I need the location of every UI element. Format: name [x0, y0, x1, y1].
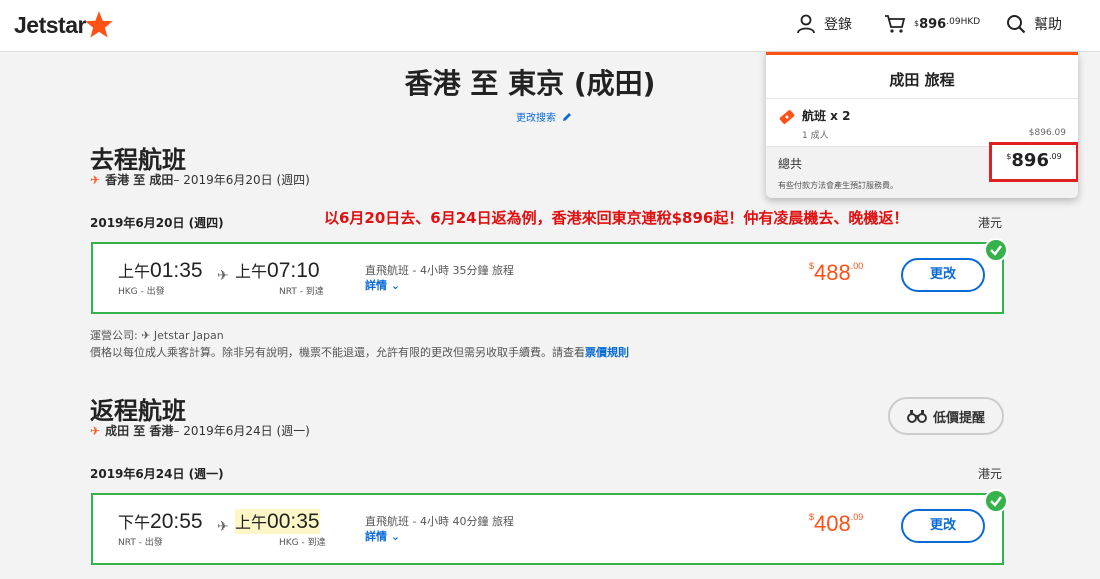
cart-flights-label: 航班 x 2: [802, 109, 851, 123]
search-icon: [1007, 15, 1026, 34]
cart-currency: HKD: [960, 16, 981, 27]
outbound-departure-place: HKG - 出發: [118, 287, 165, 297]
check-icon: [984, 489, 1008, 513]
outbound-currency: 港元: [978, 216, 1003, 230]
cart-title: 成田 旅程: [766, 55, 1078, 99]
outbound-date-row: 2019年6月20日 (週四): [90, 216, 224, 230]
return-flight-description: 直飛航班 - 4小時 40分鐘 旅程: [365, 515, 514, 528]
star-icon: [85, 11, 113, 38]
help-link[interactable]: 幫助: [1006, 14, 1062, 34]
fare-rules-link[interactable]: 票價規則: [585, 346, 629, 359]
outbound-flight-card[interactable]: 上午01:35 HKG - 出發 ✈ 上午07:10 NRT - 到達 直飛航班…: [91, 242, 1004, 314]
outbound-fare-symbol: $: [809, 261, 815, 271]
return-fare-amount: 408: [814, 511, 851, 536]
return-fare-cents: .09: [850, 512, 864, 522]
cart-icon: [885, 15, 906, 33]
cart-flights-row: 航班 x 2 1 成人 $896.09: [766, 99, 1078, 147]
cart-total-symbol: $: [1006, 152, 1012, 161]
outbound-departure-time: 上午01:35: [118, 258, 203, 283]
return-flight-card[interactable]: 下午20:55 NRT - 出發 ✈ 上午00:35 HKG - 到達 直飛航班…: [91, 493, 1004, 565]
outbound-section-title: 去程航班: [90, 146, 186, 174]
outbound-flight-description: 直飛航班 - 4小時 35分鐘 旅程: [365, 264, 514, 277]
outbound-dep-time: 01:35: [150, 259, 203, 282]
change-search-label: 更改搜索: [516, 113, 556, 124]
cart-dropdown: 成田 旅程 航班 x 2 1 成人 $896.09 總共 有些付款方法會產生預訂…: [766, 52, 1078, 198]
operator-info: 運營公司: ✈ Jetstar Japan: [90, 329, 224, 342]
cart-cents: .09: [946, 16, 961, 27]
return-route-date: – 2019年6月24日 (週一): [173, 424, 310, 438]
price-alert-button[interactable]: 低價提醒: [888, 397, 1004, 435]
return-details-link[interactable]: 詳情 ⌄: [365, 528, 400, 544]
outbound-arrival-time: 上午07:10: [235, 258, 320, 283]
return-dep-ampm: 下午: [118, 515, 151, 532]
return-departure-time: 下午20:55: [118, 509, 203, 534]
ticket-icon: [779, 110, 795, 124]
return-dep-time: 20:55: [150, 510, 203, 533]
change-search-link[interactable]: 更改搜索: [516, 109, 572, 124]
cart-total-cents: .09: [1048, 152, 1062, 161]
outbound-change-button[interactable]: 更改: [901, 258, 985, 292]
login-label: 登錄: [824, 17, 852, 33]
pencil-icon: [563, 112, 571, 121]
cart-fee-note: 有些付款方法會產生預訂服務費。: [778, 181, 898, 190]
outbound-route-cities: 香港 至 成田: [105, 173, 174, 187]
promo-annotation: 以6月20日去、6月24日返為例，香港來回東京連稅$896起！仲有凌晨機去、晚機…: [324, 209, 909, 227]
top-navigation-bar: Jetstar 登錄 $896.09HKD 幫助: [0, 0, 1100, 52]
return-arr-ampm: 上午: [235, 515, 268, 532]
return-section-title: 返程航班: [90, 397, 186, 425]
outbound-fare-amount: 488: [814, 260, 851, 285]
outbound-dep-ampm: 上午: [118, 264, 151, 281]
outbound-details-link[interactable]: 詳情 ⌄: [365, 277, 400, 293]
price-note: 價格以每位成人乘客計算。除非另有說明，機票不能退還，允許有限的更改但需另收取手續…: [90, 344, 629, 360]
cart-total-price: $896.09: [989, 142, 1078, 182]
logo-text: Jetstar: [14, 11, 86, 38]
return-fare: $408.09: [809, 511, 863, 537]
cart-total-amount: $896.09HKD: [914, 17, 980, 32]
jetstar-logo[interactable]: Jetstar: [14, 10, 114, 40]
outbound-arr-time: 07:10: [267, 259, 320, 282]
outbound-route-date: – 2019年6月20日 (週四): [173, 173, 310, 187]
return-arrival-time: 上午00:35: [235, 509, 320, 534]
page-title: 香港 至 東京 (成田): [404, 67, 656, 100]
outbound-arr-ampm: 上午: [235, 264, 268, 281]
plane-icon: ✈: [217, 268, 229, 284]
cart-button[interactable]: $896.09HKD: [884, 14, 980, 34]
return-change-button[interactable]: 更改: [901, 509, 985, 543]
return-arrival-place: HKG - 到達: [279, 538, 326, 548]
return-route-cities: 成田 至 香港: [105, 424, 174, 438]
price-alert-label: 低價提醒: [932, 410, 985, 426]
check-icon: [984, 238, 1008, 262]
cart-total-value: 896: [1011, 150, 1049, 171]
plane-icon: ✈: [90, 172, 101, 187]
return-departure-place: NRT - 出發: [118, 538, 163, 548]
binoculars-icon: [906, 410, 927, 423]
cart-currency-symbol: $: [914, 18, 920, 28]
outbound-arrival-place: NRT - 到達: [279, 287, 324, 297]
cart-total-label: 總共: [778, 157, 803, 171]
return-date-row: 2019年6月24日 (週一): [90, 467, 224, 481]
cart-passengers: 1 成人: [802, 131, 829, 141]
outbound-route: ✈ 香港 至 成田 – 2019年6月20日 (週四): [90, 171, 310, 188]
outbound-fare: $488.00: [809, 260, 863, 286]
return-arr-time: 00:35: [267, 510, 320, 533]
plane-icon: ✈: [217, 519, 229, 535]
cart-total-row: 總共 有些付款方法會產生預訂服務費。 $896.09: [766, 142, 1078, 198]
return-fare-symbol: $: [809, 512, 815, 522]
outbound-fare-cents: .00: [850, 261, 864, 271]
return-route: ✈ 成田 至 香港 – 2019年6月24日 (週一): [90, 422, 310, 439]
cart-subtotal: $896.09: [1028, 128, 1066, 138]
plane-icon: ✈: [90, 423, 101, 438]
cart-amount: 896: [919, 16, 947, 32]
price-note-text: 價格以每位成人乘客計算。除非另有說明，機票不能退還，允許有限的更改但需另收取手續…: [90, 346, 585, 359]
login-link[interactable]: 登錄: [796, 14, 852, 34]
help-label: 幫助: [1034, 17, 1062, 33]
return-currency: 港元: [978, 467, 1003, 481]
user-icon: [797, 14, 815, 34]
